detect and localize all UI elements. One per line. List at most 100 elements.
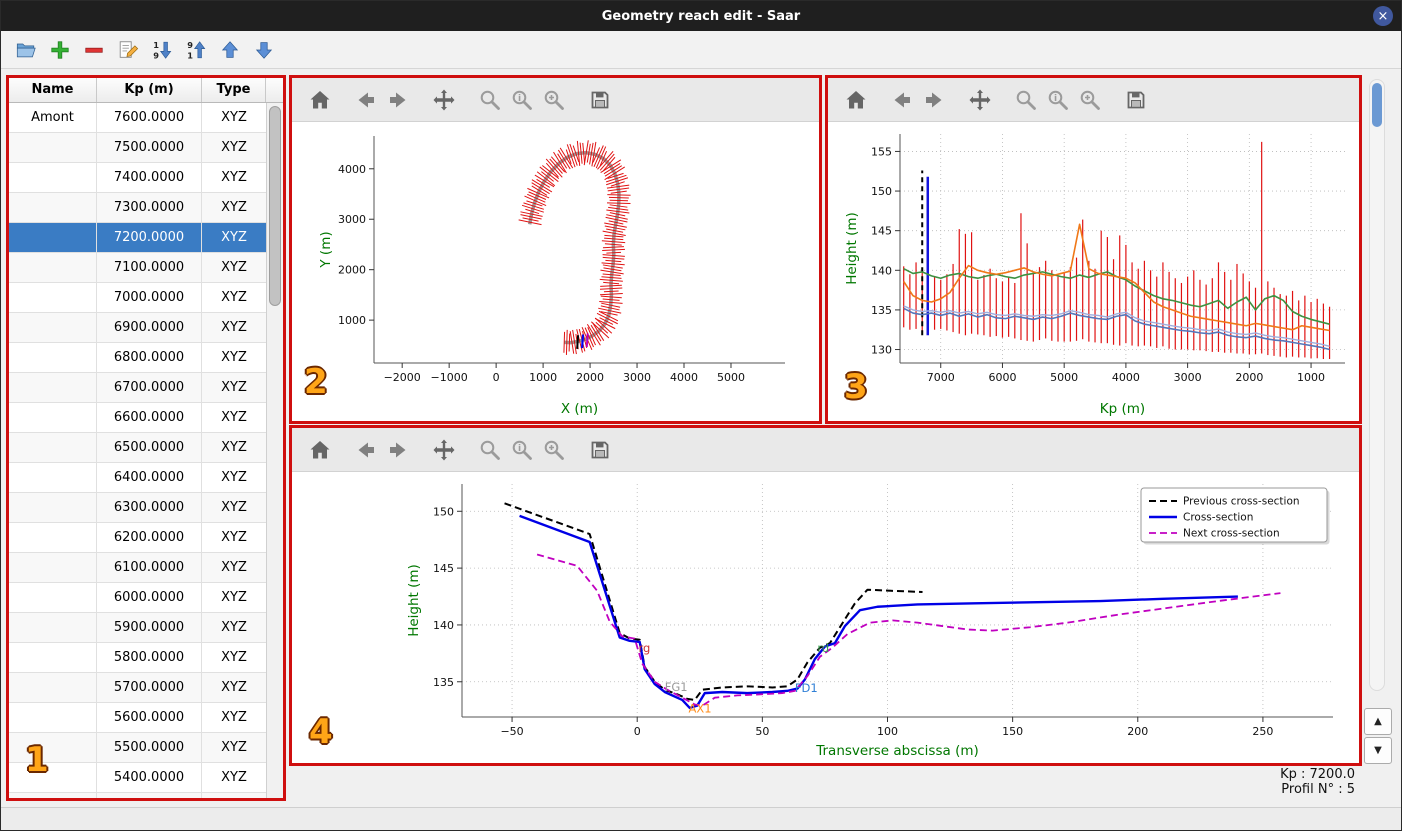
profile-down-button[interactable]: ▼ <box>1364 737 1392 764</box>
table-row[interactable]: 7300.0000 XYZ <box>9 193 266 223</box>
svg-text:3000: 3000 <box>623 371 651 384</box>
table-row[interactable]: 5800.0000 XYZ <box>9 643 266 673</box>
cell-type: XYZ <box>221 590 247 605</box>
cell-type: XYZ <box>221 650 247 665</box>
pan-button[interactable] <box>428 84 460 116</box>
save-button[interactable] <box>1120 84 1152 116</box>
back-button[interactable] <box>350 84 382 116</box>
table-row[interactable]: 6900.0000 XYZ <box>9 313 266 343</box>
svg-text:140: 140 <box>433 619 454 632</box>
zoom-config-button[interactable] <box>538 84 570 116</box>
svg-text:2000: 2000 <box>1235 371 1263 384</box>
close-button[interactable]: × <box>1373 6 1393 26</box>
table-row[interactable]: 6000.0000 XYZ <box>9 583 266 613</box>
cell-name <box>9 343 97 372</box>
cell-kp: 6900.0000 <box>97 313 202 342</box>
column-header-type[interactable]: Type <box>202 78 266 102</box>
table-scrollbar-thumb[interactable] <box>269 106 281 306</box>
right-scrollbar-thumb[interactable] <box>1372 83 1382 127</box>
open-button[interactable] <box>13 37 39 63</box>
cell-type: XYZ <box>221 380 247 395</box>
pan-button[interactable] <box>428 434 460 466</box>
zoom-select-button[interactable]: i <box>506 84 538 116</box>
save-button[interactable] <box>584 434 616 466</box>
zoom-button[interactable] <box>474 84 506 116</box>
svg-text:7000: 7000 <box>927 371 955 384</box>
forward-icon <box>390 442 406 457</box>
cross-section-plot[interactable]: −50 0 50 100 150 200 250 135 140 145 150 Transverse… <box>292 472 1359 763</box>
move-down-button[interactable] <box>251 37 277 63</box>
table-row[interactable]: 5300.0000XYZ <box>9 793 266 798</box>
forward-button[interactable] <box>382 434 414 466</box>
table-row[interactable]: 6800.0000 XYZ <box>9 343 266 373</box>
table-row[interactable]: 6400.0000 XYZ <box>9 463 266 493</box>
svg-text:6000: 6000 <box>988 371 1016 384</box>
table-row[interactable]: 6100.0000 XYZ <box>9 553 266 583</box>
back-button[interactable] <box>350 434 382 466</box>
pan-button[interactable] <box>964 84 996 116</box>
column-header-name[interactable]: Name <box>9 78 97 102</box>
cell-type: XYZ <box>221 710 247 725</box>
table-row[interactable]: 7400.0000 XYZ <box>9 163 266 193</box>
svg-text:1: 1 <box>153 40 159 50</box>
cell-type: XYZ <box>221 410 247 425</box>
zoom-button[interactable] <box>1010 84 1042 116</box>
home-button[interactable] <box>304 84 336 116</box>
table-row[interactable]: 6200.0000 XYZ <box>9 523 266 553</box>
forward-button[interactable] <box>918 84 950 116</box>
home-button[interactable] <box>840 84 872 116</box>
zoom-select-button[interactable]: i <box>506 434 538 466</box>
cell-name <box>9 313 97 342</box>
longitudinal-profile-plot[interactable]: 7000 6000 5000 4000 3000 2000 1000 130 135 140 145… <box>828 122 1359 421</box>
edit-button[interactable] <box>115 37 141 63</box>
svg-text:rd: rd <box>817 641 829 655</box>
zoom-select-button[interactable]: i <box>1042 84 1074 116</box>
svg-text:135: 135 <box>433 676 454 689</box>
move-up-button[interactable] <box>217 37 243 63</box>
cell-name <box>9 133 97 162</box>
table-row[interactable]: 5700.0000 XYZ <box>9 673 266 703</box>
plan-view-plot[interactable]: −2000 −1000 0 1000 2000 3000 4000 5000 1000 2000 3… <box>292 122 819 421</box>
cell-kp: 7300.0000 <box>97 193 202 222</box>
panel-number-3: 3 <box>844 367 868 407</box>
table-row[interactable]: Amont 7600.0000 XYZ <box>9 103 266 133</box>
svg-text:Cross-section: Cross-section <box>1183 512 1253 524</box>
table-scrollbar[interactable] <box>266 103 283 798</box>
sort-desc-button[interactable]: 19 <box>149 37 175 63</box>
table-row[interactable]: 7200.0000 XYZ <box>9 223 266 253</box>
zoom-config-button[interactable] <box>1074 84 1106 116</box>
home-button[interactable] <box>304 434 336 466</box>
profile-up-button[interactable]: ▲ <box>1364 708 1392 735</box>
save-button[interactable] <box>584 84 616 116</box>
table-row[interactable]: 6700.0000 XYZ <box>9 373 266 403</box>
svg-text:−1000: −1000 <box>431 371 468 384</box>
table-row[interactable]: 6500.0000 XYZ <box>9 433 266 463</box>
zoom-config-icon <box>544 440 564 460</box>
cell-kp: 7100.0000 <box>97 253 202 282</box>
table-row[interactable]: 6600.0000 XYZ <box>9 403 266 433</box>
table-row[interactable]: 7100.0000 XYZ <box>9 253 266 283</box>
remove-button[interactable] <box>81 37 107 63</box>
zoom-button[interactable] <box>474 434 506 466</box>
svg-text:−50: −50 <box>500 725 523 738</box>
svg-text:1000: 1000 <box>1297 371 1325 384</box>
cell-name <box>9 253 97 282</box>
right-scrollbar[interactable] <box>1369 79 1385 691</box>
zoom-config-button[interactable] <box>538 434 570 466</box>
add-button[interactable] <box>47 37 73 63</box>
column-header-kp-m[interactable]: Kp (m) <box>97 78 202 102</box>
table-row[interactable]: 7500.0000 XYZ <box>9 133 266 163</box>
svg-text:2000: 2000 <box>576 371 604 384</box>
svg-text:9: 9 <box>187 40 193 50</box>
table-row[interactable]: 5900.0000 XYZ <box>9 613 266 643</box>
table-row[interactable]: 5600.0000 XYZ <box>9 703 266 733</box>
sort-asc-button[interactable]: 91 <box>183 37 209 63</box>
cell-kp: 6500.0000 <box>97 433 202 462</box>
back-button[interactable] <box>886 84 918 116</box>
table-row[interactable]: 6300.0000 XYZ <box>9 493 266 523</box>
table-row[interactable]: 7000.0000 XYZ <box>9 283 266 313</box>
forward-button[interactable] <box>382 84 414 116</box>
